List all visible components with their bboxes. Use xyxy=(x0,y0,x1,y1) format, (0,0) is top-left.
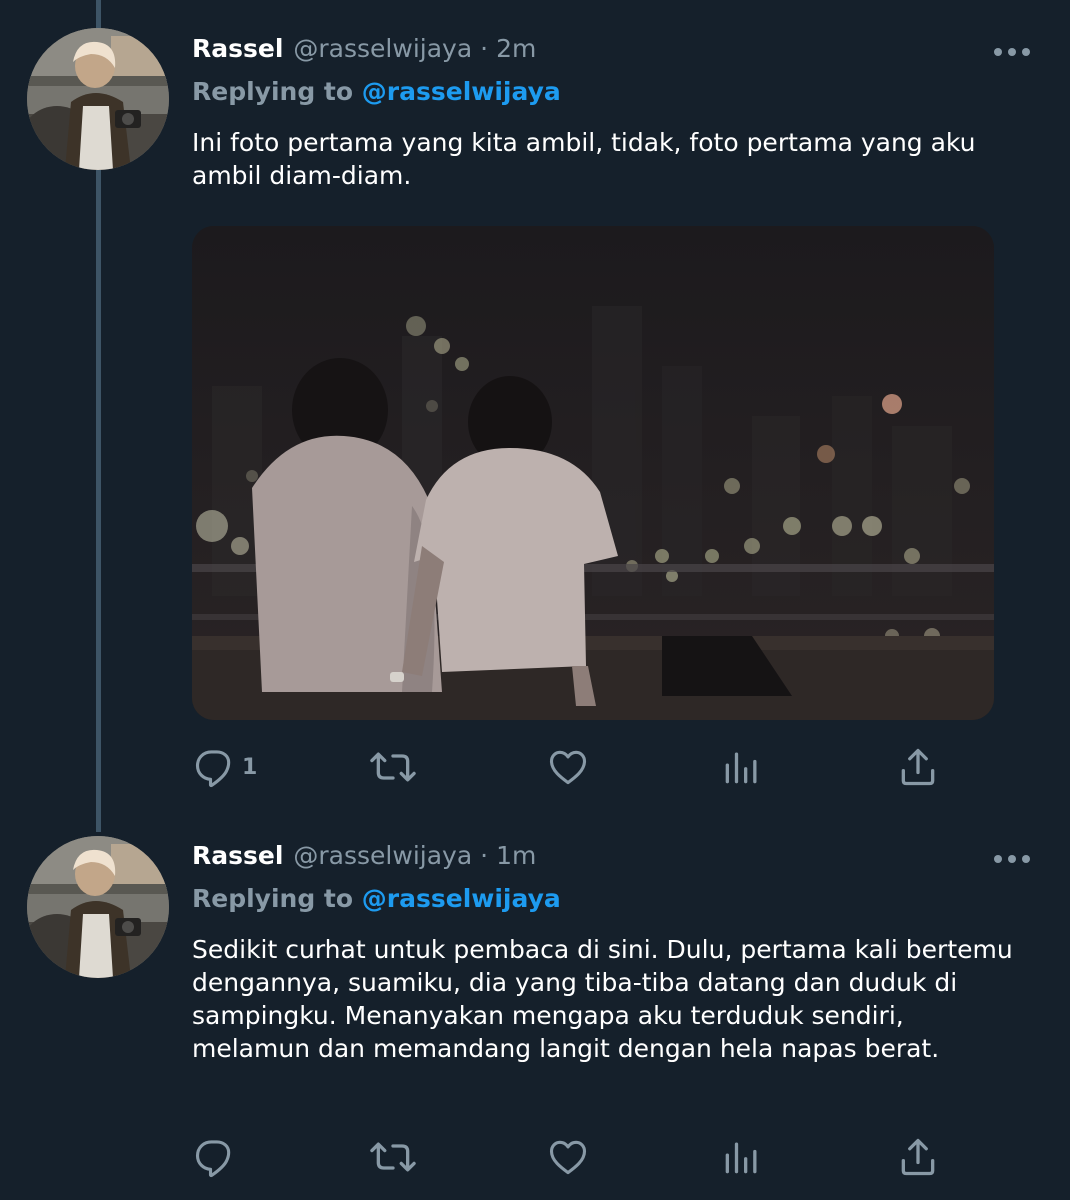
display-name[interactable]: Rassel xyxy=(192,34,283,63)
tweet-header: Rassel @rasselwijaya · 2m xyxy=(192,34,536,74)
retweet-button[interactable] xyxy=(368,742,418,792)
reply-icon xyxy=(192,745,236,789)
retweet-icon xyxy=(368,745,418,789)
user-handle[interactable]: @rasselwijaya xyxy=(293,841,472,870)
more-options-icon[interactable] xyxy=(990,42,1034,62)
display-name[interactable]: Rassel xyxy=(192,841,283,870)
share-icon xyxy=(896,745,940,789)
replying-to-label: Replying to xyxy=(192,884,354,913)
replying-to-line: Replying to @rasselwijaya xyxy=(192,77,561,106)
like-icon xyxy=(546,745,590,789)
analytics-icon xyxy=(720,1135,764,1179)
like-button[interactable] xyxy=(546,742,590,792)
reply-button[interactable]: 1 xyxy=(192,742,257,792)
tweet[interactable]: Rassel @rasselwijaya · 1m Replying to @r… xyxy=(0,830,1070,1200)
share-icon xyxy=(896,1135,940,1179)
tweet[interactable]: Rassel @rasselwijaya · 2m Replying to @r… xyxy=(0,0,1070,830)
analytics-icon xyxy=(720,745,764,789)
share-button[interactable] xyxy=(896,742,940,792)
separator-dot: · xyxy=(480,34,489,63)
tweet-thread: Rassel @rasselwijaya · 2m Replying to @r… xyxy=(0,0,1070,1200)
user-handle[interactable]: @rasselwijaya xyxy=(293,34,472,63)
retweet-button[interactable] xyxy=(368,1132,418,1182)
tweet-header: Rassel @rasselwijaya · 1m xyxy=(192,841,536,881)
tweet-photo[interactable] xyxy=(192,226,994,720)
analytics-button[interactable] xyxy=(720,1132,764,1182)
retweet-icon xyxy=(368,1135,418,1179)
tweet-actions xyxy=(0,1132,1070,1182)
replying-to-label: Replying to xyxy=(192,77,354,106)
reply-count: 1 xyxy=(242,754,258,780)
separator-dot: · xyxy=(480,841,489,870)
replying-to-line: Replying to @rasselwijaya xyxy=(192,884,561,913)
like-button[interactable] xyxy=(546,1132,590,1182)
avatar[interactable] xyxy=(27,836,169,978)
tweet-text: Ini foto pertama yang kita ambil, tidak,… xyxy=(192,128,976,190)
avatar[interactable] xyxy=(27,28,169,170)
share-button[interactable] xyxy=(896,1132,940,1182)
reply-button[interactable] xyxy=(192,1132,242,1182)
timestamp[interactable]: 2m xyxy=(496,34,536,63)
more-options-icon[interactable] xyxy=(990,849,1034,869)
analytics-button[interactable] xyxy=(720,742,764,792)
like-icon xyxy=(546,1135,590,1179)
tweet-actions: 1 xyxy=(0,742,1070,792)
replying-to-mention[interactable]: @rasselwijaya xyxy=(362,884,561,913)
replying-to-mention[interactable]: @rasselwijaya xyxy=(362,77,561,106)
timestamp[interactable]: 1m xyxy=(496,841,536,870)
reply-icon xyxy=(192,1135,236,1179)
tweet-text: Sedikit curhat untuk pembaca di sini. Du… xyxy=(192,935,1013,1063)
